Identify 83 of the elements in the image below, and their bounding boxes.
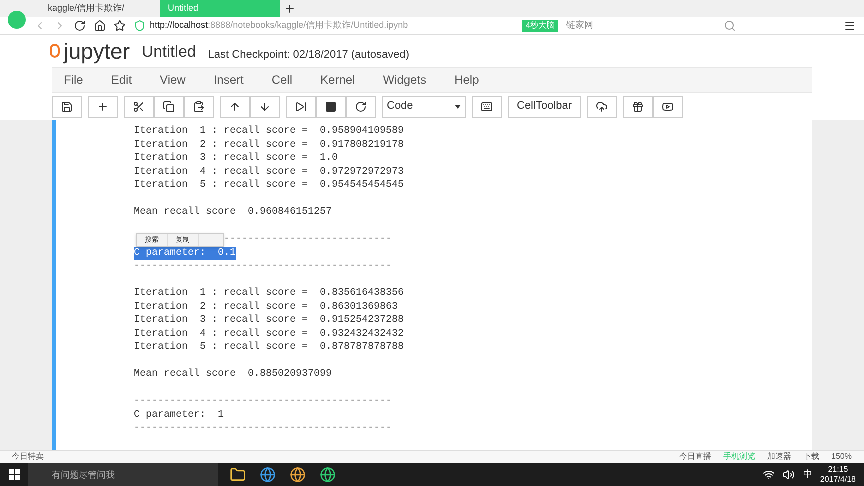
keyboard-button[interactable] (472, 96, 502, 118)
menu-item[interactable]: File (64, 71, 84, 89)
menu-icon[interactable] (844, 20, 856, 32)
cut-button[interactable] (124, 96, 154, 118)
output-rule: ---------------------------- (224, 233, 392, 246)
output-line: Iteration 5 : recall score = 0.954545454545 (134, 179, 404, 192)
browser-icon[interactable] (260, 466, 276, 482)
clock-time[interactable]: 21:15 (828, 464, 848, 474)
notebook-cell[interactable] (52, 120, 812, 450)
arrow-down-icon[interactable] (259, 100, 271, 112)
copy-icon[interactable] (163, 100, 175, 112)
taskbar-search-field[interactable]: 有问题尽管问我 (28, 463, 218, 486)
clock-date[interactable]: 2017/4/18 (820, 474, 856, 484)
new-tab-icon[interactable] (284, 3, 296, 15)
celltoolbar-button[interactable]: CellToolbar (508, 96, 582, 118)
clipboard-icon[interactable] (193, 100, 205, 112)
jupyter-logo[interactable]: jupyter (50, 34, 130, 68)
output-rule: ------------------------------------------- (134, 260, 392, 274)
status-text[interactable]: 今日特卖 (12, 451, 44, 463)
output-line: Iteration 1 : recall score = 0.958904109589 (134, 125, 404, 138)
output-line: Iteration 5 : recall score = 0.878787878788 (134, 341, 404, 354)
output-line: C parameter: 1 (134, 408, 224, 422)
output-line: Iteration 2 : recall score = 0.86301369863 (134, 300, 398, 314)
zoom-level[interactable]: 150% (832, 451, 852, 463)
plus-icon[interactable] (97, 100, 109, 112)
save-button[interactable] (52, 96, 82, 118)
menu-item[interactable]: View (160, 71, 186, 89)
skip-forward-icon[interactable] (295, 100, 307, 112)
menu-item[interactable]: Cell (272, 71, 293, 89)
run-button[interactable] (286, 96, 316, 118)
search-field[interactable]: 链家网 (566, 18, 716, 32)
output-rule: ------------------------------------------- (134, 395, 392, 408)
gift-icon[interactable] (632, 100, 644, 112)
status-item[interactable]: 加速器 (768, 451, 792, 463)
menu-item[interactable]: Insert (214, 71, 244, 89)
restart-icon[interactable] (355, 100, 367, 112)
folder-icon[interactable] (230, 466, 246, 482)
output-line: Iteration 4 : recall score = 0.972972972973 (134, 166, 404, 179)
status-item[interactable]: 今日直播 (680, 451, 712, 463)
menu-item[interactable]: Edit (111, 71, 132, 89)
status-item[interactable]: 下载 (804, 451, 820, 463)
video-button[interactable] (653, 96, 684, 118)
output-line: Mean recall score 0.885020937099 (134, 368, 332, 382)
output-line: Iteration 2 : recall score = 0.917808219178 (134, 138, 404, 152)
paste-button[interactable] (184, 96, 214, 118)
star-icon[interactable] (114, 20, 126, 32)
upload-button[interactable] (587, 96, 618, 118)
reload-icon[interactable] (74, 20, 86, 32)
play-icon[interactable] (662, 100, 674, 112)
output-line: Iteration 1 : recall score = 0.835616438356 (134, 287, 404, 300)
menu-item[interactable]: Widgets (383, 71, 427, 89)
output-line: Iteration 4 : recall score = 0.932432432432 (134, 328, 404, 341)
browser-icon[interactable] (290, 466, 306, 482)
move-down-button[interactable] (250, 96, 280, 118)
stop-button[interactable] (316, 96, 346, 118)
arrow-up-icon[interactable] (229, 100, 241, 112)
restart-button[interactable] (346, 96, 376, 118)
search-icon[interactable] (724, 20, 736, 32)
volume-icon[interactable] (783, 468, 796, 480)
scissors-icon[interactable] (133, 100, 145, 112)
cloud-upload-icon[interactable] (596, 100, 608, 112)
output-line: Iteration 3 : recall score = 0.915254237288 (134, 314, 404, 328)
output-rule: ------------------------------------------- (134, 422, 392, 436)
stop-icon[interactable] (325, 100, 337, 112)
add-cell-button[interactable] (88, 96, 118, 118)
browser-icon[interactable] (320, 466, 336, 482)
keyboard-icon[interactable] (481, 100, 493, 112)
home-icon[interactable] (94, 20, 106, 32)
shield-icon (134, 20, 146, 32)
checkpoint-text: Last Checkpoint: 02/18/2017 (autosaved) (208, 48, 410, 63)
notebook-title[interactable]: Untitled (142, 41, 196, 65)
cell-type-dropdown[interactable]: Code (382, 96, 466, 118)
copy-button[interactable] (154, 96, 184, 118)
network-icon[interactable] (763, 468, 776, 480)
gift-button[interactable] (623, 96, 654, 118)
output-line: Iteration 3 : recall score = 1.0 (134, 152, 338, 166)
input-method[interactable]: 中 (803, 468, 812, 482)
move-up-button[interactable] (220, 96, 250, 118)
menu-item[interactable]: Help (454, 71, 480, 89)
address-field[interactable]: http://localhost:8888/notebooks/kaggle/信用卡欺诈/Untitled.ipynb (134, 18, 514, 32)
browser-tab[interactable]: kaggle/信用卡欺诈/ (40, 0, 160, 17)
menu-item[interactable]: Kernel (320, 71, 356, 89)
output-line: Mean recall score 0.960846151257 (134, 206, 332, 220)
